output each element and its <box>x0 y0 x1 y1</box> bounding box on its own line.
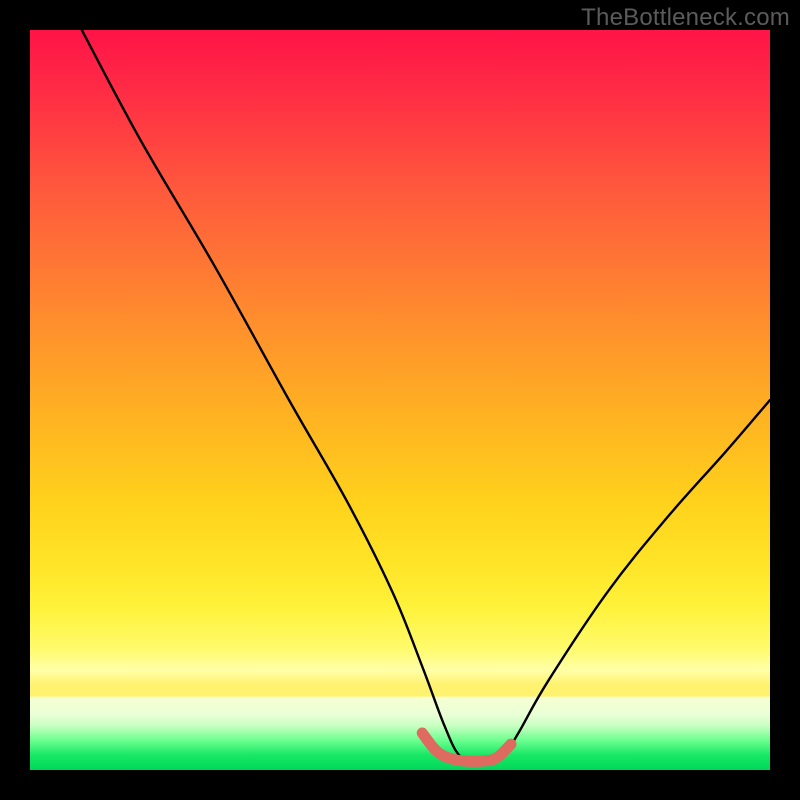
watermark-text: TheBottleneck.com <box>581 4 790 32</box>
chart-frame: TheBottleneck.com <box>0 0 800 800</box>
optimal-zone-highlight-path <box>422 733 511 761</box>
bottleneck-curve-path <box>82 30 770 759</box>
curves-svg <box>30 30 770 770</box>
plot-area <box>30 30 770 770</box>
